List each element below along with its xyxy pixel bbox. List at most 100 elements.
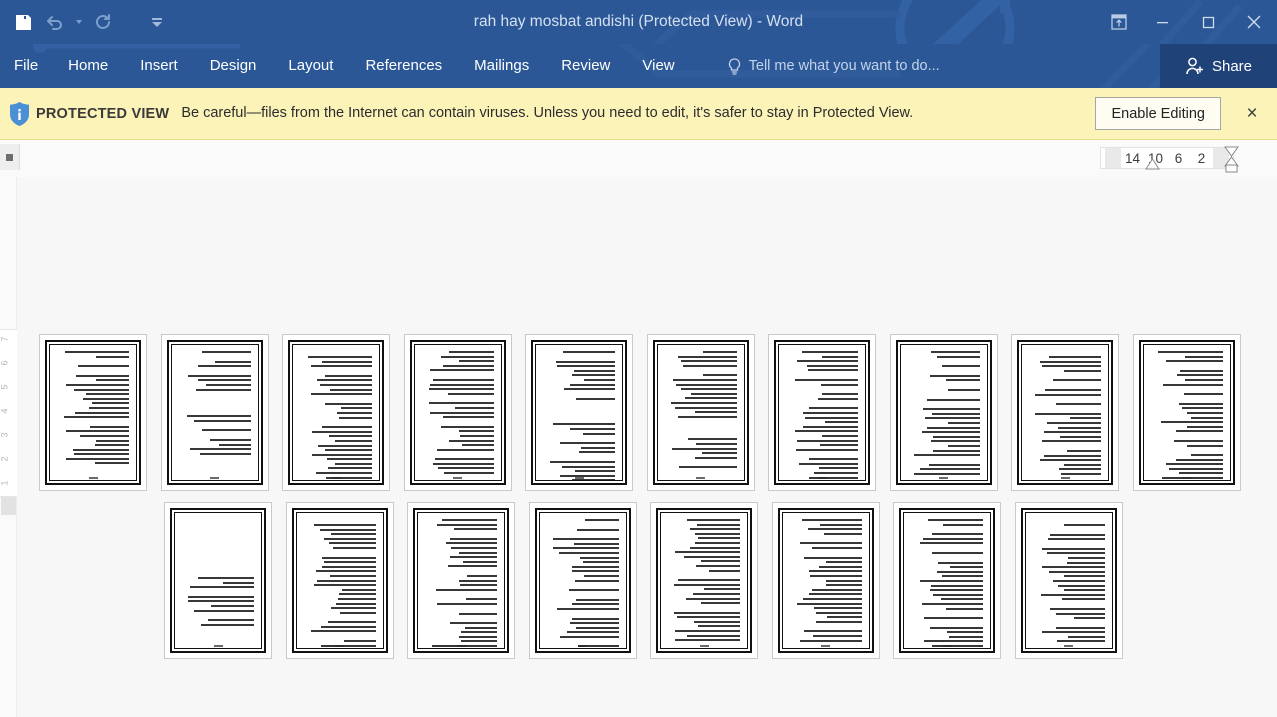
page-text-area [656,344,745,481]
page-border-frame [1017,340,1113,485]
vruler-tick-2: 2 [0,456,10,462]
save-button[interactable] [8,7,38,37]
page-border-frame [656,508,752,653]
word-window: rah hay mosbat andishi (Protected View) … [0,0,1277,717]
page-number-footer [658,645,750,647]
page-thumbnail[interactable] [1132,334,1241,491]
page-thumbnail[interactable] [771,502,880,659]
page-thumbnail[interactable] [768,334,876,491]
horizontal-ruler[interactable]: 14 10 6 2 [1100,147,1234,169]
page-border-frame [895,340,992,485]
page-number-footer [533,477,625,479]
window-title: rah hay mosbat andishi (Protected View) … [473,13,804,30]
page-border-frame [531,340,627,485]
vertical-ruler[interactable]: 7 6 5 4 3 2 1 [0,177,17,717]
page-thumbnail[interactable] [1014,502,1123,659]
page-thumbnail[interactable] [160,334,269,491]
page-border-frame [45,340,141,485]
vruler-tick-3: 3 [0,432,10,438]
page-border-frame [409,340,506,485]
close-button[interactable] [1231,0,1277,44]
page-number-footer [169,477,261,479]
enable-editing-button[interactable]: Enable Editing [1095,97,1221,130]
ribbon-display-options-icon[interactable] [1099,0,1139,44]
page-text-area [295,512,384,649]
page-thumbnail[interactable] [893,502,1001,659]
tell-me-search[interactable]: Tell me what you want to do... [727,57,940,75]
tab-insert[interactable]: Insert [124,44,194,88]
page-text-area [292,344,380,481]
close-banner-icon[interactable]: × [1235,88,1269,140]
document-canvas[interactable] [17,177,1277,717]
page-border-frame [413,508,509,653]
share-label: Share [1211,57,1253,75]
page-number-footer [294,645,386,647]
page-thumbnail[interactable] [646,334,755,491]
page-thumbnail[interactable] [403,334,512,491]
tab-stop-selector[interactable] [0,144,20,170]
page-border-frame [652,340,749,485]
page-text-area [903,512,991,649]
vertical-ruler-bottom-margin [1,497,16,515]
tab-view[interactable]: View [626,44,690,88]
ribbon-tabs[interactable]: File Home Insert Design Layout Reference… [0,44,691,88]
maximize-button[interactable] [1185,0,1231,44]
page-text-area [413,344,502,481]
page-number-footer [1141,477,1233,479]
quick-access-toolbar[interactable] [0,7,172,37]
page-text-area [1024,512,1113,649]
page-text-area [781,512,870,649]
right-indent-marker-icon[interactable] [1224,146,1239,173]
ruler-margin-left [1105,148,1121,168]
vruler-tick-6: 6 [0,360,10,366]
page-thumbnail[interactable] [528,502,637,659]
page-thumbnail[interactable] [525,334,633,491]
customize-qat-button[interactable] [142,7,172,37]
page-thumbnail[interactable] [39,334,147,491]
vertical-ruler-track: 7 6 5 4 3 2 1 [0,329,17,497]
undo-button[interactable] [40,7,70,37]
ribbon-tab-bar: File Home Insert Design Layout Reference… [0,44,1277,88]
page-border-frame [170,508,266,653]
vruler-tick-5: 5 [0,384,10,390]
page-number-footer [412,477,504,479]
page-thumbnail[interactable] [889,334,998,491]
page-number-footer [290,477,382,479]
page-thumbnail[interactable] [285,502,394,659]
vruler-tick-4: 4 [0,408,10,414]
page-thumbnail[interactable] [407,502,515,659]
tab-home[interactable]: Home [52,44,124,88]
page-border-frame [1020,508,1117,653]
tab-review[interactable]: Review [545,44,626,88]
page-text-area [778,344,866,481]
page-text-area [170,344,259,481]
tab-layout[interactable]: Layout [272,44,349,88]
page-thumbnail[interactable] [650,502,758,659]
minimize-button[interactable] [1139,0,1185,44]
tell-me-placeholder: Tell me what you want to do... [748,58,940,74]
vruler-tick-7: 7 [0,336,10,342]
page-number-footer [537,645,629,647]
page-thumbnail[interactable] [282,334,390,491]
ruler-tick-6: 6 [1174,150,1183,166]
first-line-indent-marker-icon[interactable] [1145,158,1160,170]
page-thumbnail[interactable] [164,502,272,659]
page-number-footer [898,477,990,479]
share-button[interactable]: Share [1160,44,1277,88]
tab-file[interactable]: File [0,44,52,88]
titlebar-decoration [652,0,1243,44]
undo-dropdown-icon[interactable] [72,7,86,37]
redo-button[interactable] [88,7,118,37]
protected-view-banner: PROTECTED VIEW Be careful—files from the… [0,88,1277,140]
tab-references[interactable]: References [349,44,458,88]
page-thumbnail[interactable] [1011,334,1119,491]
tab-design[interactable]: Design [194,44,273,88]
page-number-footer [780,645,872,647]
page-text-area [899,344,988,481]
window-controls[interactable] [1099,0,1277,44]
vruler-tick-1: 1 [0,480,10,486]
share-person-icon [1186,57,1203,74]
tab-mailings[interactable]: Mailings [458,44,545,88]
protected-view-message: Be careful—files from the Internet can c… [181,104,914,121]
info-shield-icon [2,101,36,127]
